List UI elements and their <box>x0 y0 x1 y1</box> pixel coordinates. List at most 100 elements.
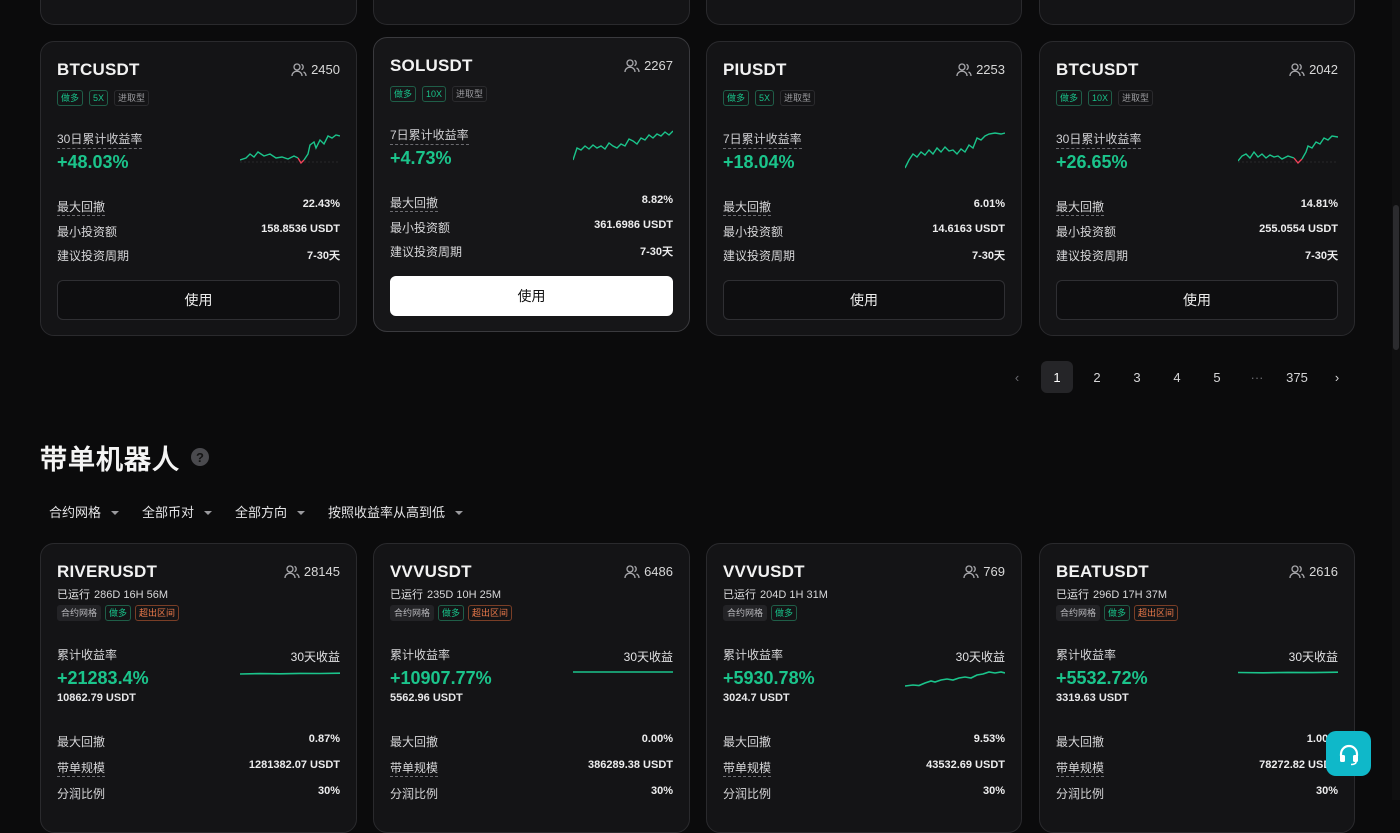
filter-pair-dropdown[interactable]: 全部币对 <box>142 502 213 521</box>
profit-share-row: 分润比例 30% <box>390 785 673 802</box>
page-3-button[interactable]: 3 <box>1121 361 1153 393</box>
return-value: +48.03% <box>57 152 129 172</box>
bot-symbol: RIVERUSDT <box>57 562 158 581</box>
strategy-card[interactable]: SOLUSDT 2267 做多 10X 进取型 7日累计收益率 +4.73% 最… <box>373 37 690 332</box>
use-button[interactable]: 使用 <box>1056 280 1338 320</box>
filter-type-dropdown[interactable]: 合约网格 <box>49 502 120 521</box>
running-time: 已运行 286D 16H 56M <box>57 586 168 602</box>
period-row: 建议投资周期 7-30天 <box>390 243 673 260</box>
return-sparkline <box>905 671 1005 687</box>
direction-tag: 做多 <box>438 605 465 621</box>
pagination: ‹ 1 2 3 4 5 ··· 375 › <box>1001 361 1361 393</box>
return-label: 累计收益率 <box>57 648 118 662</box>
running-label: 已运行 <box>723 589 756 601</box>
row-key: 最小投资额 <box>57 225 118 239</box>
running-label: 已运行 <box>1056 589 1089 601</box>
return-value: +5532.72% <box>1056 668 1148 688</box>
prev-page-button[interactable]: ‹ <box>1001 361 1033 393</box>
scale-row: 带单规模 1281382.07 USDT <box>57 759 340 777</box>
use-button[interactable]: 使用 <box>57 280 340 320</box>
running-value: 286D 16H 56M <box>94 589 168 601</box>
row-key: 分润比例 <box>1056 787 1105 801</box>
users-count-value: 2042 <box>1309 62 1338 77</box>
row-value: 0.00% <box>641 733 673 745</box>
return-usdt: 5562.96 USDT <box>390 692 463 704</box>
filter-label: 全部币对 <box>142 505 195 520</box>
strategy-card-partial <box>373 0 690 25</box>
spark-label: 30天收益 <box>290 650 340 664</box>
return-value: +18.04% <box>723 152 795 172</box>
row-value: 14.6163 USDT <box>932 223 1005 235</box>
use-button[interactable]: 使用 <box>390 276 673 316</box>
users-count: 2450 <box>291 62 340 77</box>
users-icon <box>624 58 640 72</box>
row-value: 7-30天 <box>639 246 673 258</box>
page-4-button[interactable]: 4 <box>1161 361 1193 393</box>
pagination-ellipsis[interactable]: ··· <box>1241 361 1273 393</box>
spark-label: 30天收益 <box>1288 650 1338 664</box>
row-value: 30% <box>1315 785 1338 797</box>
filter-direction-dropdown[interactable]: 全部方向 <box>235 502 306 521</box>
page-2-button[interactable]: 2 <box>1081 361 1113 393</box>
use-button[interactable]: 使用 <box>723 280 1005 320</box>
return-label: 累计收益率 <box>723 648 784 662</box>
row-key: 带单规模 <box>1056 761 1105 777</box>
direction-tag: 做多 <box>771 605 798 621</box>
return-sparkline <box>1238 671 1338 674</box>
leverage-tag: 10X <box>1088 90 1113 106</box>
return-usdt: 3319.63 USDT <box>1056 692 1129 704</box>
row-key: 建议投资周期 <box>723 249 796 263</box>
return-label: 累计收益率 <box>1056 648 1117 662</box>
direction-tag: 做多 <box>105 605 132 621</box>
min-invest-row: 最小投资额 14.6163 USDT <box>723 223 1005 240</box>
max-drawdown-row: 最大回撤 8.82% <box>390 194 673 212</box>
bot-card[interactable]: RIVERUSDT 28145 已运行 286D 16H 56M 合约网格 做多 … <box>40 543 357 833</box>
next-page-button[interactable]: › <box>1321 361 1353 393</box>
row-key: 最大回撤 <box>723 735 772 749</box>
risk-tag: 进取型 <box>114 90 150 106</box>
row-value: 43532.69 USDT <box>926 759 1005 771</box>
strategy-symbol: PIUSDT <box>723 60 787 79</box>
bot-card[interactable]: VVVUSDT 769 已运行 204D 1H 31M 合约网格 做多 累计收益率… <box>706 543 1022 833</box>
running-value: 296D 17H 37M <box>1093 589 1167 601</box>
row-key: 最小投资额 <box>723 225 784 239</box>
row-value: 8.82% <box>641 194 673 206</box>
filter-label: 合约网格 <box>49 505 102 520</box>
users-count-value: 6486 <box>644 564 673 579</box>
max-drawdown-row: 最大回撤 14.81% <box>1056 198 1338 216</box>
profit-share-row: 分润比例 30% <box>723 785 1005 802</box>
row-value: 255.0554 USDT <box>1259 223 1338 235</box>
type-tag: 合约网格 <box>723 605 768 621</box>
risk-tag: 进取型 <box>452 86 488 102</box>
scrollbar-thumb[interactable] <box>1393 205 1399 350</box>
strategy-card[interactable]: BTCUSDT 2042 做多 10X 进取型 30日累计收益率 +26.65%… <box>1039 41 1355 336</box>
row-value: 14.81% <box>1300 198 1338 210</box>
scale-row: 带单规模 386289.38 USDT <box>390 759 673 777</box>
last-page-button[interactable]: 375 <box>1281 361 1313 393</box>
max-drawdown-row: 最大回撤 22.43% <box>57 198 340 216</box>
filter-sort-dropdown[interactable]: 按照收益率从高到低 <box>328 502 464 521</box>
type-tag: 合约网格 <box>57 605 102 621</box>
bot-symbol: VVVUSDT <box>723 562 805 581</box>
filter-label: 全部方向 <box>235 505 288 520</box>
running-time: 已运行 204D 1H 31M <box>723 586 828 602</box>
bot-card[interactable]: VVVUSDT 6486 已运行 235D 10H 25M 合约网格 做多 超出区… <box>373 543 690 833</box>
row-key: 分润比例 <box>390 787 439 801</box>
strategy-card[interactable]: BTCUSDT 2450 做多 5X 进取型 30日累计收益率 +48.03% … <box>40 41 357 336</box>
return-sparkline <box>240 134 340 165</box>
leverage-tag: 5X <box>755 90 775 106</box>
users-count-value: 2267 <box>644 58 673 73</box>
caret-down-icon <box>455 510 464 515</box>
strategy-card[interactable]: PIUSDT 2253 做多 5X 进取型 7日累计收益率 +18.04% 最大… <box>706 41 1022 336</box>
range-tag: 超出区间 <box>135 605 180 621</box>
return-sparkline <box>573 130 673 161</box>
min-invest-row: 最小投资额 158.8536 USDT <box>57 223 340 240</box>
bot-card[interactable]: BEATUSDT 2616 已运行 296D 17H 37M 合约网格 做多 超出… <box>1039 543 1355 833</box>
help-circle-icon[interactable]: ? <box>191 448 209 466</box>
page-1-button[interactable]: 1 <box>1041 361 1073 393</box>
support-button[interactable] <box>1326 731 1371 776</box>
page-scrollbar[interactable] <box>1392 0 1400 800</box>
scale-row: 带单规模 43532.69 USDT <box>723 759 1005 777</box>
row-value: 158.8536 USDT <box>261 223 340 235</box>
page-5-button[interactable]: 5 <box>1201 361 1233 393</box>
